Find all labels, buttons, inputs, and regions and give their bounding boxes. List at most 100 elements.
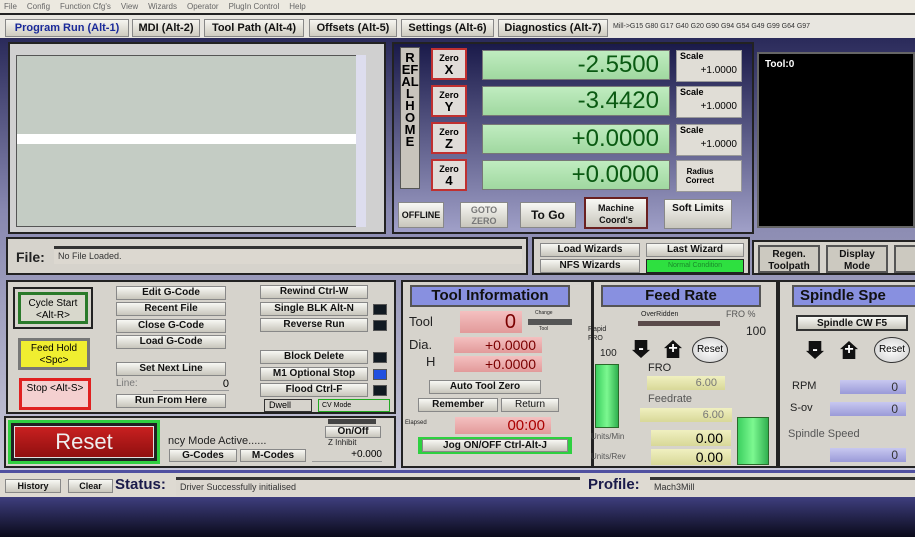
tab-program-run[interactable]: Program Run (Alt-1) — [5, 19, 129, 37]
scale-x[interactable]: Scale +1.0000 — [676, 50, 742, 82]
axis-label: X — [444, 62, 454, 77]
zero-y-button[interactable]: Zero Y — [431, 85, 467, 117]
menu-plugin-control[interactable]: PlugIn Control — [229, 2, 280, 11]
tab-tool-path[interactable]: Tool Path (Alt-4) — [204, 19, 304, 37]
dro-x[interactable]: -2.5500 — [482, 50, 670, 80]
close-gcode-button[interactable]: Close G-Code — [116, 319, 226, 333]
dro-y[interactable]: -3.4420 — [482, 86, 670, 116]
tab-offsets[interactable]: Offsets (Alt-5) — [309, 19, 397, 37]
status-bar: History Clear Status: Driver Successfull… — [0, 470, 915, 537]
spindle-down-icon[interactable]: - — [806, 341, 824, 359]
tool-info-title: Tool Information — [410, 285, 570, 307]
menu-wizards[interactable]: Wizards — [148, 2, 177, 11]
jog-toggle-frame: Jog ON/OFF Ctrl-Alt-J — [418, 437, 572, 454]
ref-all-home-button[interactable]: REF ALL HOME — [400, 47, 420, 189]
scale-label: Scale — [680, 87, 704, 97]
units-rev-field: 0.00 — [651, 449, 731, 465]
history-button[interactable]: History — [5, 479, 61, 493]
reverse-run-button[interactable]: Reverse Run — [260, 318, 368, 332]
flood-button[interactable]: Flood Ctrl-F — [260, 383, 368, 397]
last-wizard-button[interactable]: Last Wizard — [646, 243, 744, 257]
tab-mdi[interactable]: MDI (Alt-2) — [132, 19, 200, 37]
z-inhibit-toggle[interactable]: On/Off — [325, 426, 381, 438]
feedrate-label: Feedrate — [648, 393, 693, 405]
nfs-wizards-button[interactable]: NFS Wizards — [540, 259, 640, 273]
regen-toolpath-button[interactable]: Regen. Toolpath — [758, 245, 820, 273]
feedrate-field[interactable]: 6.00 — [640, 408, 732, 422]
m1-optional-stop-button[interactable]: M1 Optional Stop — [260, 367, 368, 381]
dro-4[interactable]: +0.0000 — [482, 160, 670, 190]
radius-correct-button[interactable]: Radius Correct — [676, 160, 742, 192]
z-inhibit-label: Z Inhibit — [328, 438, 357, 447]
fro-field[interactable]: 6.00 — [647, 376, 725, 390]
gcodes-button[interactable]: G-Codes — [169, 449, 237, 462]
menu-file[interactable]: File — [4, 2, 17, 11]
h-label: H — [426, 354, 436, 369]
edit-gcode-button[interactable]: Edit G-Code — [116, 286, 226, 300]
zero-z-button[interactable]: Zero Z — [431, 122, 467, 154]
menu-operator[interactable]: Operator — [187, 2, 219, 11]
spindle-speed-field[interactable]: 0 — [830, 448, 906, 462]
auto-tool-zero-button[interactable]: Auto Tool Zero — [429, 380, 541, 394]
menu-bar: File Config Function Cfg's View Wizards … — [0, 0, 915, 13]
offline-button[interactable]: OFFLINE — [398, 202, 444, 228]
mcodes-button[interactable]: M-Codes — [240, 449, 306, 462]
rewind-button[interactable]: Rewind Ctrl-W — [260, 285, 368, 299]
file-panel: File: No File Loaded. — [6, 237, 528, 275]
rapid-fro-label: Rapid FRO — [588, 326, 607, 342]
menu-config[interactable]: Config — [27, 2, 50, 11]
feed-rate-panel: Feed Rate OverRidden FRO % 100 Rapid FRO… — [588, 280, 778, 468]
line-field[interactable]: 0 — [153, 378, 229, 391]
spindle-cw-button[interactable]: Spindle CW F5 — [796, 315, 908, 331]
toolpath-display[interactable]: Tool:0 — [757, 52, 915, 228]
reset-button[interactable]: Reset — [14, 426, 154, 458]
remember-button[interactable]: Remember — [418, 398, 498, 412]
gcode-scrollbar[interactable] — [356, 55, 366, 227]
menu-function-cfgs[interactable]: Function Cfg's — [60, 2, 111, 11]
zero-4-button[interactable]: Zero 4 — [431, 159, 467, 191]
jog-follow-button[interactable] — [894, 245, 915, 273]
single-block-button[interactable]: Single BLK Alt-N — [260, 302, 368, 316]
display-mode-button[interactable]: Display Mode — [826, 245, 888, 273]
status-label: Status: — [115, 476, 166, 493]
recent-file-button[interactable]: Recent File — [116, 302, 226, 316]
spindle-reset-button[interactable]: Reset — [874, 337, 910, 363]
z-inhibit-value[interactable]: +0.000 — [312, 449, 382, 462]
gcode-listing[interactable] — [16, 55, 364, 227]
menu-help[interactable]: Help — [289, 2, 305, 11]
goto-zero-button[interactable]: GOTO ZERO — [460, 202, 508, 228]
soft-limits-button[interactable]: Soft Limits — [664, 199, 732, 229]
tool-number-field[interactable]: 0 — [460, 311, 522, 333]
rapid-fro-value: 100 — [600, 348, 617, 359]
dia-field[interactable]: +0.0000 — [454, 337, 542, 353]
run-from-here-button[interactable]: Run From Here — [116, 394, 226, 408]
profile-field: Mach3Mill — [650, 477, 915, 496]
feed-hold-button[interactable]: Feed Hold <Spc> — [18, 338, 90, 370]
fro-up-icon[interactable]: + — [664, 340, 682, 358]
dro-z[interactable]: +0.0000 — [482, 124, 670, 154]
set-next-line-button[interactable]: Set Next Line — [116, 362, 226, 376]
load-gcode-button[interactable]: Load G-Code — [116, 335, 226, 349]
scale-z[interactable]: Scale +1.0000 — [676, 124, 742, 156]
load-wizards-button[interactable]: Load Wizards — [540, 243, 640, 257]
h-field[interactable]: +0.0000 — [454, 356, 542, 372]
tab-settings[interactable]: Settings (Alt-6) — [401, 19, 494, 37]
machine-coords-button[interactable]: Machine Coord's — [584, 197, 648, 229]
block-delete-button[interactable]: Block Delete — [260, 350, 368, 364]
zero-x-button[interactable]: Zero X — [431, 48, 467, 80]
fro-reset-button[interactable]: Reset — [692, 337, 728, 363]
spindle-up-icon[interactable]: + — [840, 341, 858, 359]
fro-down-icon[interactable]: - — [632, 340, 650, 358]
feedrate-bar — [737, 417, 769, 465]
cycle-start-button[interactable]: Cycle Start <Alt-R> — [18, 292, 88, 324]
dro-panel: REF ALL HOME Zero X Zero Y Zero Z Zero 4 -2.… — [392, 42, 754, 234]
return-button[interactable]: Return — [501, 398, 559, 412]
tab-diagnostics[interactable]: Diagnostics (Alt-7) — [498, 19, 608, 37]
axis-label: Z — [445, 136, 453, 151]
stop-button[interactable]: Stop <Alt-S> — [19, 378, 91, 410]
jog-toggle-button[interactable]: Jog ON/OFF Ctrl-Alt-J — [422, 439, 568, 452]
clear-button[interactable]: Clear — [68, 479, 113, 493]
scale-y[interactable]: Scale +1.0000 — [676, 86, 742, 118]
to-go-button[interactable]: To Go — [520, 202, 576, 228]
menu-view[interactable]: View — [121, 2, 138, 11]
